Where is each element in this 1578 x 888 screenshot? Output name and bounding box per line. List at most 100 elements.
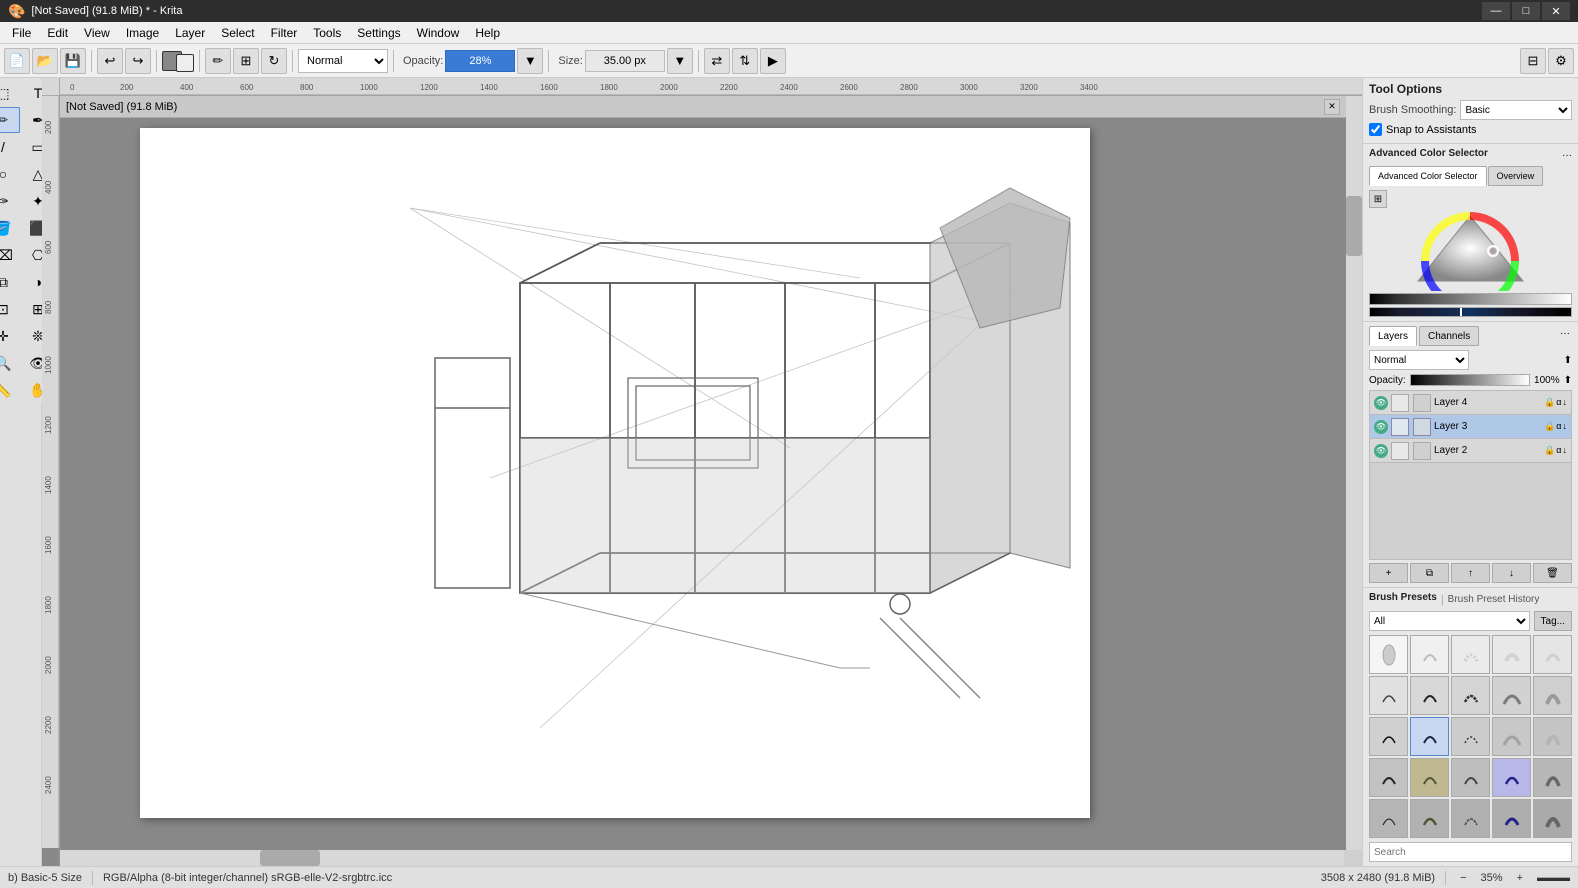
layer-alpha[interactable]: α [1556,397,1561,408]
brush-options-button[interactable]: ⊞ [233,48,259,74]
brush-preset-item[interactable] [1492,799,1531,838]
layer-down[interactable]: ↓ [1563,445,1568,456]
brush-search-input[interactable] [1369,842,1572,862]
h-scroll-thumb[interactable] [260,850,320,866]
opacity-expand[interactable]: ⬆ [1564,375,1572,386]
brush-preset-item[interactable] [1410,635,1449,674]
canvas-content[interactable] [60,118,1346,850]
tool-fill[interactable]: 🪣 [0,215,20,241]
layer-row[interactable]: 👁 Layer 4 🔒 α ↓ [1370,391,1571,415]
brush-preset-item[interactable] [1410,676,1449,715]
tab-layers[interactable]: Layers [1369,326,1417,346]
brush-preset-item[interactable] [1533,758,1572,797]
layer-lock[interactable]: 🔒 [1544,445,1555,456]
color-selector-expand[interactable]: ··· [1562,150,1572,161]
size-value[interactable]: 35.00 px [585,50,665,72]
size-down[interactable]: ▼ [667,48,693,74]
brush-preset-button[interactable]: ✏ [205,48,231,74]
brush-preset-item[interactable] [1369,635,1408,674]
brush-preset-item[interactable] [1533,635,1572,674]
add-layer-button[interactable]: + [1369,563,1408,583]
tag-filter-button[interactable]: Tag... [1534,611,1572,631]
brush-preset-item[interactable] [1533,676,1572,715]
brush-preset-item[interactable] [1410,717,1449,756]
menu-image[interactable]: Image [118,22,167,44]
extra-button[interactable]: ▶ [760,48,786,74]
layer-alpha[interactable]: α [1556,445,1561,456]
tool-line[interactable]: / [0,134,20,160]
undo-button[interactable]: ↩ [97,48,123,74]
delete-layer-button[interactable]: 🗑 [1533,563,1572,583]
brush-preset-item[interactable] [1492,717,1531,756]
menu-file[interactable]: File [4,22,39,44]
canvas-scrollbar-horizontal[interactable] [60,850,1344,866]
layers-expand[interactable]: ··· [1558,326,1572,346]
tool-move[interactable]: ✛ [0,323,20,349]
zoom-out-button[interactable]: − [1456,872,1470,884]
maximize-button[interactable]: □ [1512,2,1540,20]
color-wheel[interactable] [1401,211,1541,291]
tool-eraser[interactable]: ⌫ [0,242,20,268]
configure-button[interactable]: ⚙ [1548,48,1574,74]
tool-path[interactable]: ✑ [0,188,20,214]
brush-preset-item[interactable] [1369,717,1408,756]
tool-ellipse[interactable]: ○ [0,161,20,187]
layer-visibility-icon[interactable]: 👁 [1374,420,1388,434]
workspace-button[interactable]: ⊟ [1520,48,1546,74]
layer-down[interactable]: ↓ [1563,397,1568,408]
layer-row[interactable]: 👁 Layer 3 🔒 α ↓ [1370,415,1571,439]
menu-window[interactable]: Window [409,22,468,44]
drawing-canvas[interactable] [140,128,1090,818]
layer-visibility-icon[interactable]: 👁 [1374,396,1388,410]
tool-transform[interactable]: ⊡ [0,296,20,322]
canvas-scrollbar-vertical[interactable] [1346,96,1362,850]
new-button[interactable]: 📄 [4,48,30,74]
brush-tag-select[interactable]: All Ink Pencil [1369,611,1530,631]
brush-preset-item[interactable] [1369,799,1408,838]
menu-tools[interactable]: Tools [305,22,349,44]
menu-settings[interactable]: Settings [349,22,408,44]
move-layer-up-button[interactable]: ↑ [1451,563,1490,583]
tool-freehand-brush[interactable]: ✏ [0,107,20,133]
layer-alpha[interactable]: α [1556,421,1561,432]
opacity-slider[interactable] [1410,374,1530,386]
minimize-button[interactable]: — [1482,2,1510,20]
brush-smoothing-select[interactable]: Basic None Weighted Stabilizer [1460,100,1572,120]
redo-button[interactable]: ↪ [125,48,151,74]
layer-row[interactable]: 👁 Layer 2 🔒 α ↓ [1370,439,1571,463]
brush-preset-item[interactable] [1410,799,1449,838]
canvas-close-button[interactable]: ✕ [1324,99,1340,115]
brush-preset-item[interactable] [1410,758,1449,797]
brush-preset-item[interactable] [1451,635,1490,674]
move-layer-down-button[interactable]: ↓ [1492,563,1531,583]
blend-mode-select[interactable]: Normal Multiply Screen Overlay [298,49,388,73]
brush-preset-item[interactable] [1492,635,1531,674]
color-picker-icon[interactable]: ⊞ [1369,190,1387,208]
copy-layer-button[interactable]: ⧉ [1410,563,1449,583]
layers-blend-select[interactable]: Normal Multiply Screen [1369,350,1469,370]
close-button[interactable]: ✕ [1542,2,1570,20]
layer-lock[interactable]: 🔒 [1544,397,1555,408]
snap-checkbox[interactable] [1369,123,1382,136]
tab-advanced-color[interactable]: Advanced Color Selector [1369,166,1487,186]
brush-refresh-button[interactable]: ↻ [261,48,287,74]
tab-overview[interactable]: Overview [1488,166,1544,186]
color-hue-strip[interactable] [1369,307,1572,317]
brush-preset-item[interactable] [1451,758,1490,797]
tab-channels[interactable]: Channels [1419,326,1479,346]
color-value-strip[interactable] [1369,293,1572,305]
brush-preset-item[interactable] [1451,799,1490,838]
layer-lock[interactable]: 🔒 [1544,421,1555,432]
mirror-h-button[interactable]: ⇄ [704,48,730,74]
brush-preset-item[interactable] [1369,758,1408,797]
open-button[interactable]: 📂 [32,48,58,74]
tool-measure[interactable]: 📏 [0,377,20,403]
save-button[interactable]: 💾 [60,48,86,74]
v-scroll-thumb[interactable] [1346,196,1362,256]
tool-clone[interactable]: ⧉ [0,269,20,295]
opacity-value[interactable]: 28% [445,50,515,72]
brush-preset-item[interactable] [1533,717,1572,756]
brush-preset-item[interactable] [1492,758,1531,797]
bg-color-button[interactable] [176,54,194,72]
canvas-area[interactable]: 0 200 400 600 800 1000 1200 1400 1600 18… [42,78,1362,866]
